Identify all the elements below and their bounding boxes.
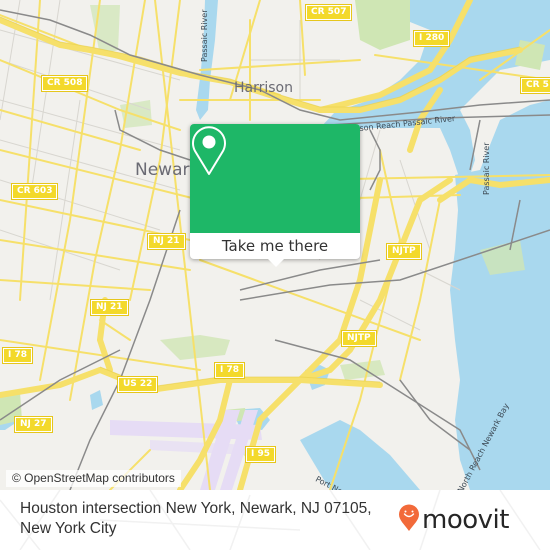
road-shield-i95: I 95 — [244, 446, 277, 463]
road-shield-nj21-upper: NJ 21 — [147, 233, 186, 250]
take-me-there-button[interactable]: Take me there — [190, 233, 360, 259]
road-shield-cr507: CR 507 — [304, 4, 353, 21]
road-shield-cr603: CR 603 — [10, 183, 59, 200]
road-shield-i280: I 280 — [412, 30, 451, 47]
water-label-passaic-river-east: Passaic River — [482, 142, 491, 196]
popup-pointer — [268, 259, 284, 267]
address-line-1: Houston intersection New York, Newark, N… — [20, 500, 372, 517]
moovit-pin-icon — [398, 504, 420, 536]
road-shield-i78-west: I 78 — [1, 347, 34, 364]
map-attribution[interactable]: © OpenStreetMap contributors — [6, 470, 181, 487]
road-shield-njtp-upper: NJTP — [386, 243, 422, 260]
moovit-logo[interactable]: moovit — [398, 504, 509, 536]
road-shield-njtp-lower: NJTP — [341, 330, 377, 347]
road-shield-nj21-lower: NJ 21 — [90, 299, 129, 316]
popup-header — [190, 124, 360, 233]
moovit-wordmark: moovit — [422, 505, 509, 535]
road-shield-nj27: NJ 27 — [14, 416, 53, 433]
footer: Houston intersection New York, Newark, N… — [0, 490, 550, 550]
road-shield-cr508: CR 508 — [40, 75, 89, 92]
road-shield-i78-east: I 78 — [213, 362, 246, 379]
road-shield-cr5: CR 5 — [520, 77, 550, 94]
location-popup: Take me there — [190, 124, 360, 267]
map-view[interactable]: Harrison Newark Passaic River Harrison R… — [0, 0, 550, 490]
address-text: Houston intersection New York, Newark, N… — [20, 499, 410, 539]
place-label-harrison: Harrison — [234, 80, 293, 96]
road-shield-us22: US 22 — [116, 376, 159, 393]
address-line-2: New York City — [20, 520, 117, 537]
water-label-passaic-river-north: Passaic River — [200, 9, 209, 63]
